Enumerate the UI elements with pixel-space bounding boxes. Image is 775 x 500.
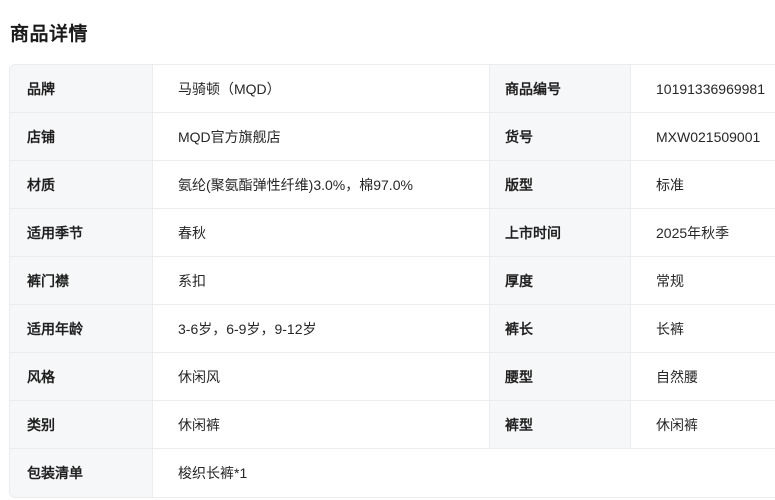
spec-row-brand: 品牌 马骑顿（MQD） 商品编号 10191336969981 (10, 65, 775, 113)
spec-value: 系扣 (153, 257, 490, 304)
spec-label: 上市时间 (490, 209, 631, 256)
spec-value: 马骑顿（MQD） (153, 65, 490, 112)
spec-value: MXW021509001 (631, 113, 775, 160)
spec-value: MQD官方旗舰店 (153, 113, 490, 160)
section-title: 商品详情 (10, 24, 89, 45)
spec-value: 自然腰 (631, 353, 775, 400)
spec-label: 类别 (10, 401, 153, 448)
spec-label: 风格 (10, 353, 153, 400)
spec-row-category: 类别 休闲裤 裤型 休闲裤 (10, 401, 775, 449)
spec-value: 标准 (631, 161, 775, 208)
spec-value: 长裤 (631, 305, 775, 352)
spec-row-age: 适用年龄 3-6岁，6-9岁，9-12岁 裤长 长裤 (10, 305, 775, 353)
spec-value: 春秋 (153, 209, 490, 256)
spec-label: 裤门襟 (10, 257, 153, 304)
spec-label: 腰型 (490, 353, 631, 400)
spec-row-style: 风格 休闲风 腰型 自然腰 (10, 353, 775, 401)
spec-label: 厚度 (490, 257, 631, 304)
spec-label: 裤长 (490, 305, 631, 352)
spec-label: 适用季节 (10, 209, 153, 256)
spec-value: 常规 (631, 257, 775, 304)
spec-label: 店铺 (10, 113, 153, 160)
spec-row-material: 材质 氨纶(聚氨酯弹性纤维)3.0%，棉97.0% 版型 标准 (10, 161, 775, 209)
spec-value: 休闲风 (153, 353, 490, 400)
spec-value: 3-6岁，6-9岁，9-12岁 (153, 305, 490, 352)
spec-label: 包装清单 (10, 449, 153, 497)
spec-row-package: 包装清单 梭织长裤*1 (10, 449, 775, 497)
spec-row-store: 店铺 MQD官方旗舰店 货号 MXW021509001 (10, 113, 775, 161)
spec-label: 裤型 (490, 401, 631, 448)
spec-row-season: 适用季节 春秋 上市时间 2025年秋季 (10, 209, 775, 257)
spec-label: 材质 (10, 161, 153, 208)
spec-label: 品牌 (10, 65, 153, 112)
spec-value: 休闲裤 (153, 401, 490, 448)
spec-row-fly: 裤门襟 系扣 厚度 常规 (10, 257, 775, 305)
spec-value: 氨纶(聚氨酯弹性纤维)3.0%，棉97.0% (153, 161, 490, 208)
spec-value: 2025年秋季 (631, 209, 775, 256)
spec-label: 版型 (490, 161, 631, 208)
spec-label: 货号 (490, 113, 631, 160)
spec-value: 休闲裤 (631, 401, 775, 448)
spec-label: 适用年龄 (10, 305, 153, 352)
spec-label: 商品编号 (490, 65, 631, 112)
spec-value: 10191336969981 (631, 65, 775, 112)
spec-value: 梭织长裤*1 (153, 449, 775, 497)
spec-table: 品牌 马骑顿（MQD） 商品编号 10191336969981 店铺 MQD官方… (9, 64, 775, 498)
